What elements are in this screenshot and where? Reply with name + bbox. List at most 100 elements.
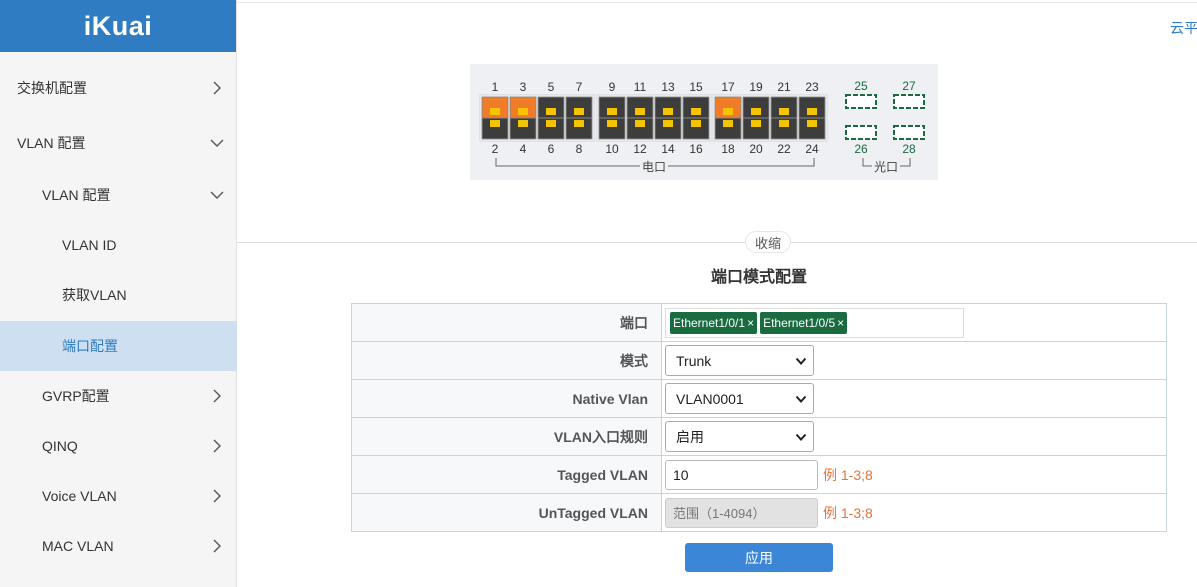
top-divider bbox=[237, 2, 1197, 3]
chevron-down-icon bbox=[795, 433, 807, 441]
port-mode-form: 端口 Ethernet1/0/1 × Ethernet1/0/5 × 模式 Trun… bbox=[351, 303, 1167, 532]
tagged-vlan-input[interactable]: 10 bbox=[665, 459, 818, 490]
chevron-right-icon bbox=[213, 81, 221, 95]
sidebar: iKuai 交换机配置 VLAN 配置 VLAN 配置 VLAN ID 获取VL… bbox=[0, 0, 237, 587]
tagged-vlan-label: Tagged VLAN bbox=[351, 455, 662, 494]
sidebar-item-label: 交换机配置 bbox=[17, 80, 87, 96]
untagged-wrap: 范围（1-4094） 例 1-3;8 bbox=[665, 497, 1166, 528]
port-led bbox=[607, 108, 617, 115]
brand-logo[interactable]: iKuai bbox=[0, 0, 236, 52]
mode-select-value: Trunk bbox=[676, 352, 712, 369]
sidebar-item-label: QINQ bbox=[42, 438, 78, 454]
tagged-wrap: 10 例 1-3;8 bbox=[665, 459, 1166, 490]
port-tag-label: Ethernet1/0/5 bbox=[763, 315, 836, 330]
port-number-bottom: 18 bbox=[721, 142, 735, 156]
section-divider bbox=[237, 242, 1197, 243]
fiber-port-number-bottom: 26 bbox=[854, 142, 868, 156]
sidebar-item-vlan-config-sub[interactable]: VLAN 配置 bbox=[0, 170, 237, 220]
form-title: 端口模式配置 bbox=[710, 269, 807, 286]
native-vlan-value-cell: VLAN0001 bbox=[661, 379, 1167, 418]
port-led bbox=[574, 108, 584, 115]
port-led bbox=[751, 120, 761, 127]
chevron-down-icon bbox=[210, 191, 224, 199]
fiber-port bbox=[845, 125, 877, 140]
fiber-port bbox=[893, 125, 925, 140]
sidebar-item-get-vlan[interactable]: 获取VLAN bbox=[0, 270, 237, 320]
mode-value-cell: Trunk bbox=[661, 341, 1167, 380]
sidebar-item-label: MAC VLAN bbox=[42, 538, 114, 554]
port-number-bottom: 24 bbox=[805, 142, 819, 156]
port-number-top: 23 bbox=[805, 80, 819, 94]
cloud-platform-link[interactable]: 云平 bbox=[1170, 18, 1197, 38]
port-led bbox=[663, 120, 673, 127]
port-led bbox=[574, 120, 584, 127]
close-icon[interactable]: × bbox=[747, 316, 754, 330]
sidebar-item-label: VLAN ID bbox=[62, 237, 117, 253]
sidebar-item-label: 端口配置 bbox=[62, 338, 118, 354]
port-number-bottom: 12 bbox=[633, 142, 647, 156]
port-number-bottom: 16 bbox=[689, 142, 703, 156]
port-led bbox=[518, 108, 528, 115]
ingress-value-cell: 启用 bbox=[661, 417, 1167, 456]
sidebar-item-switch-config[interactable]: 交换机配置 bbox=[0, 63, 237, 113]
sidebar-item-mac-vlan[interactable]: MAC VLAN bbox=[0, 521, 237, 571]
port-tag[interactable]: Ethernet1/0/5 × bbox=[760, 311, 848, 334]
ingress-label: VLAN入口规则 bbox=[351, 417, 662, 456]
mode-select[interactable]: Trunk bbox=[665, 345, 814, 376]
sidebar-item-vlan-id[interactable]: VLAN ID bbox=[0, 220, 237, 270]
port-number-bottom: 10 bbox=[605, 142, 619, 156]
mode-label: 模式 bbox=[351, 341, 662, 380]
apply-button[interactable]: 应用 bbox=[685, 543, 833, 572]
port-number-bottom: 22 bbox=[777, 142, 791, 156]
sidebar-item-voice-vlan[interactable]: Voice VLAN bbox=[0, 471, 237, 521]
switch-panel: 1 2 3 4 5 6 7 8 9 10 11 12 13 14 15 16 17 18 19 20 21 22 23 24 电… bbox=[470, 64, 938, 180]
port-number-bottom: 14 bbox=[661, 142, 675, 156]
sidebar-item-port-config[interactable]: 端口配置 bbox=[0, 321, 237, 371]
app-root: iKuai 交换机配置 VLAN 配置 VLAN 配置 VLAN ID 获取VL… bbox=[0, 0, 1197, 587]
sidebar-item-vlan-config[interactable]: VLAN 配置 bbox=[0, 118, 237, 168]
port-led bbox=[779, 108, 789, 115]
untagged-vlan-label: UnTagged VLAN bbox=[351, 493, 662, 532]
untagged-vlan-input[interactable]: 范围（1-4094） bbox=[665, 497, 818, 528]
port-number-bottom: 4 bbox=[520, 142, 527, 156]
port-number-bottom: 8 bbox=[576, 142, 583, 156]
form-row-tagged: Tagged VLAN 10 例 1-3;8 bbox=[351, 455, 1167, 494]
sidebar-item-qinq[interactable]: QINQ bbox=[0, 421, 237, 471]
port-tag[interactable]: Ethernet1/0/1 × bbox=[670, 311, 758, 334]
port-number-bottom: 20 bbox=[749, 142, 763, 156]
sidebar-item-label: VLAN 配置 bbox=[42, 187, 111, 203]
port-led bbox=[779, 120, 789, 127]
tagged-value-cell: 10 例 1-3;8 bbox=[661, 455, 1167, 494]
tagged-vlan-hint: 例 1-3;8 bbox=[823, 466, 873, 483]
chevron-down-icon bbox=[795, 395, 807, 403]
port-tag-input[interactable]: Ethernet1/0/1 × Ethernet1/0/5 × bbox=[665, 307, 964, 338]
chevron-down-icon bbox=[795, 357, 807, 365]
ingress-select[interactable]: 启用 bbox=[665, 421, 814, 452]
port-number-bottom: 6 bbox=[548, 142, 555, 156]
form-row-untagged: UnTagged VLAN 范围（1-4094） 例 1-3;8 bbox=[351, 493, 1167, 532]
port-number-bottom: 2 bbox=[492, 142, 499, 156]
port-number-top: 15 bbox=[689, 80, 703, 94]
fiber-port-number-bottom: 28 bbox=[902, 142, 916, 156]
port-led bbox=[490, 108, 500, 115]
port-number-top: 13 bbox=[661, 80, 675, 94]
port-led bbox=[807, 120, 817, 127]
port-number-top: 7 bbox=[576, 80, 583, 94]
port-number-top: 1 bbox=[492, 80, 499, 94]
port-tag-label: Ethernet1/0/1 bbox=[673, 315, 746, 330]
sidebar-item-gvrp[interactable]: GVRP配置 bbox=[0, 371, 237, 421]
port-led bbox=[635, 120, 645, 127]
untagged-vlan-hint: 例 1-3;8 bbox=[823, 504, 873, 521]
collapse-button[interactable]: 收缩 bbox=[745, 231, 791, 253]
port-led bbox=[546, 120, 556, 127]
native-vlan-select[interactable]: VLAN0001 bbox=[665, 383, 814, 414]
chevron-right-icon bbox=[213, 539, 221, 553]
chevron-right-icon bbox=[213, 439, 221, 453]
port-number-top: 19 bbox=[749, 80, 763, 94]
electric-port-label: 电口 bbox=[642, 160, 666, 174]
form-row-ingress: VLAN入口规则 启用 bbox=[351, 417, 1167, 456]
port-number-top: 3 bbox=[520, 80, 527, 94]
close-icon[interactable]: × bbox=[837, 316, 844, 330]
port-number-top: 21 bbox=[777, 80, 791, 94]
sidebar-item-label: Voice VLAN bbox=[42, 488, 117, 504]
